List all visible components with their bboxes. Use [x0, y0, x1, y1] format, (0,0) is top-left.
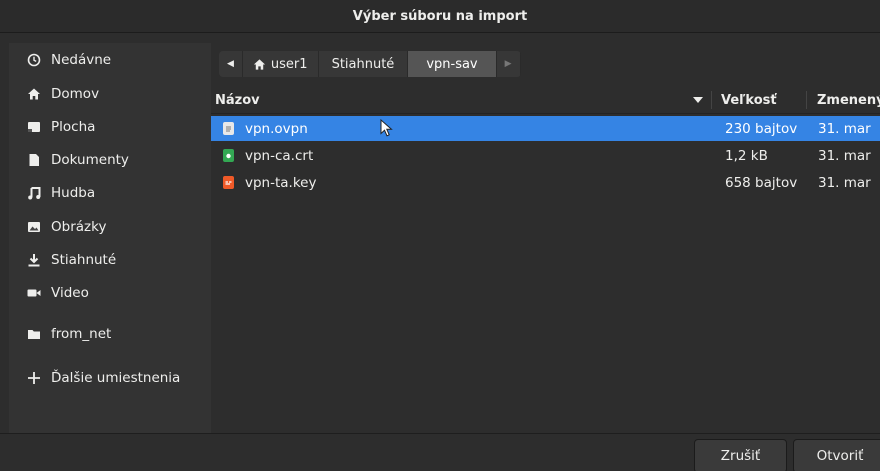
column-separator[interactable] — [711, 91, 712, 109]
sidebar-item-from-net[interactable]: from_net — [9, 319, 211, 349]
music-icon — [27, 186, 41, 200]
mouse-pointer-icon — [380, 118, 393, 141]
sidebar-item-label: Nedávne — [51, 52, 112, 68]
text-file-icon — [223, 122, 234, 135]
folder-icon — [27, 327, 41, 341]
sidebar-item-music[interactable]: Hudba — [9, 178, 211, 208]
column-header-modified[interactable]: Zmenený — [817, 87, 880, 113]
sidebar-item-label: Obrázky — [51, 219, 107, 235]
sidebar-item-downloads[interactable]: Stiahnuté — [9, 245, 211, 275]
pictures-icon — [27, 220, 41, 234]
sidebar-item-documents[interactable]: Dokumenty — [9, 145, 211, 175]
path-scroll-right-button[interactable]: ▶ — [496, 51, 521, 77]
sidebar-item-desktop[interactable]: Plocha — [9, 112, 211, 142]
column-header-name[interactable]: Názov — [215, 87, 260, 113]
dialog-action-bar: Zrušiť Otvoriť — [0, 433, 880, 471]
sidebar-separator — [9, 317, 211, 318]
column-header-size[interactable]: Veľkosť — [721, 87, 777, 113]
chevron-right-icon: ▶ — [504, 59, 512, 69]
file-name: vpn.ovpn — [245, 120, 308, 137]
sidebar-item-other-locations[interactable]: Ďalšie umiestnenia — [9, 363, 211, 393]
video-icon — [27, 286, 41, 300]
path-segment-label: vpn-sav — [426, 56, 478, 72]
sidebar-item-label: from_net — [51, 326, 112, 342]
file-browser: ◀ user1 Stiahnuté vpn-sav ▶ Názov Veľkos… — [211, 43, 880, 433]
dialog-title: Výber súboru na import — [352, 8, 528, 24]
path-segment-label: user1 — [270, 56, 308, 72]
sidebar-item-label: Plocha — [51, 119, 96, 135]
file-row[interactable]: vpn-ca.crt 1,2 kB 31. mar — [211, 143, 880, 168]
home-icon — [27, 87, 41, 101]
chevron-left-icon: ◀ — [227, 59, 234, 69]
file-size: 1,2 kB — [725, 147, 768, 164]
certificate-file-icon — [223, 149, 234, 162]
column-separator[interactable] — [806, 91, 807, 109]
file-name: vpn-ta.key — [245, 174, 317, 191]
title-bar[interactable]: Výber súboru na import — [0, 0, 880, 33]
sidebar-item-video[interactable]: Video — [9, 278, 211, 308]
path-segment-home[interactable]: user1 — [242, 51, 319, 77]
key-file-icon — [223, 176, 234, 189]
sidebar-item-label: Hudba — [51, 185, 96, 201]
file-chooser-dialog: Výber súboru na import Nedávne Domov Plo… — [0, 0, 880, 471]
clock-icon — [27, 53, 41, 67]
document-icon — [27, 153, 41, 167]
sidebar-item-label: Dokumenty — [51, 152, 129, 168]
file-modified: 31. mar — [818, 147, 871, 164]
sidebar-item-pictures[interactable]: Obrázky — [9, 212, 211, 242]
file-size: 230 bajtov — [725, 120, 798, 137]
path-segment-vpn-sav[interactable]: vpn-sav — [408, 51, 497, 77]
file-modified: 31. mar — [818, 174, 871, 191]
sidebar-item-label: Stiahnuté — [51, 252, 117, 268]
cancel-button[interactable]: Zrušiť — [694, 439, 787, 471]
desktop-icon — [27, 120, 41, 134]
sidebar-item-home[interactable]: Domov — [9, 79, 211, 109]
path-scroll-left-button[interactable]: ◀ — [219, 51, 243, 77]
sort-descending-icon — [693, 87, 703, 113]
column-header: Názov Veľkosť Zmenený — [211, 87, 880, 114]
home-icon — [253, 58, 266, 71]
path-segment-downloads[interactable]: Stiahnuté — [318, 51, 409, 77]
file-name: vpn-ca.crt — [245, 147, 314, 164]
file-size: 658 bajtov — [725, 174, 798, 191]
sidebar-item-label: Ďalšie umiestnenia — [51, 370, 181, 386]
open-button[interactable]: Otvoriť — [793, 439, 880, 471]
path-bar: ◀ user1 Stiahnuté vpn-sav ▶ — [219, 51, 521, 77]
file-modified: 31. mar — [818, 120, 871, 137]
places-sidebar: Nedávne Domov Plocha Dokumenty Hudba Obr… — [9, 43, 211, 433]
sidebar-item-label: Video — [51, 285, 89, 301]
sidebar-item-label: Domov — [51, 86, 100, 102]
path-segment-label: Stiahnuté — [331, 56, 395, 72]
file-row[interactable]: vpn.ovpn 230 bajtov 31. mar — [211, 116, 880, 141]
plus-icon — [27, 371, 41, 385]
download-icon — [27, 253, 41, 267]
file-row[interactable]: vpn-ta.key 658 bajtov 31. mar — [211, 170, 880, 195]
sidebar-item-recent[interactable]: Nedávne — [9, 45, 211, 75]
